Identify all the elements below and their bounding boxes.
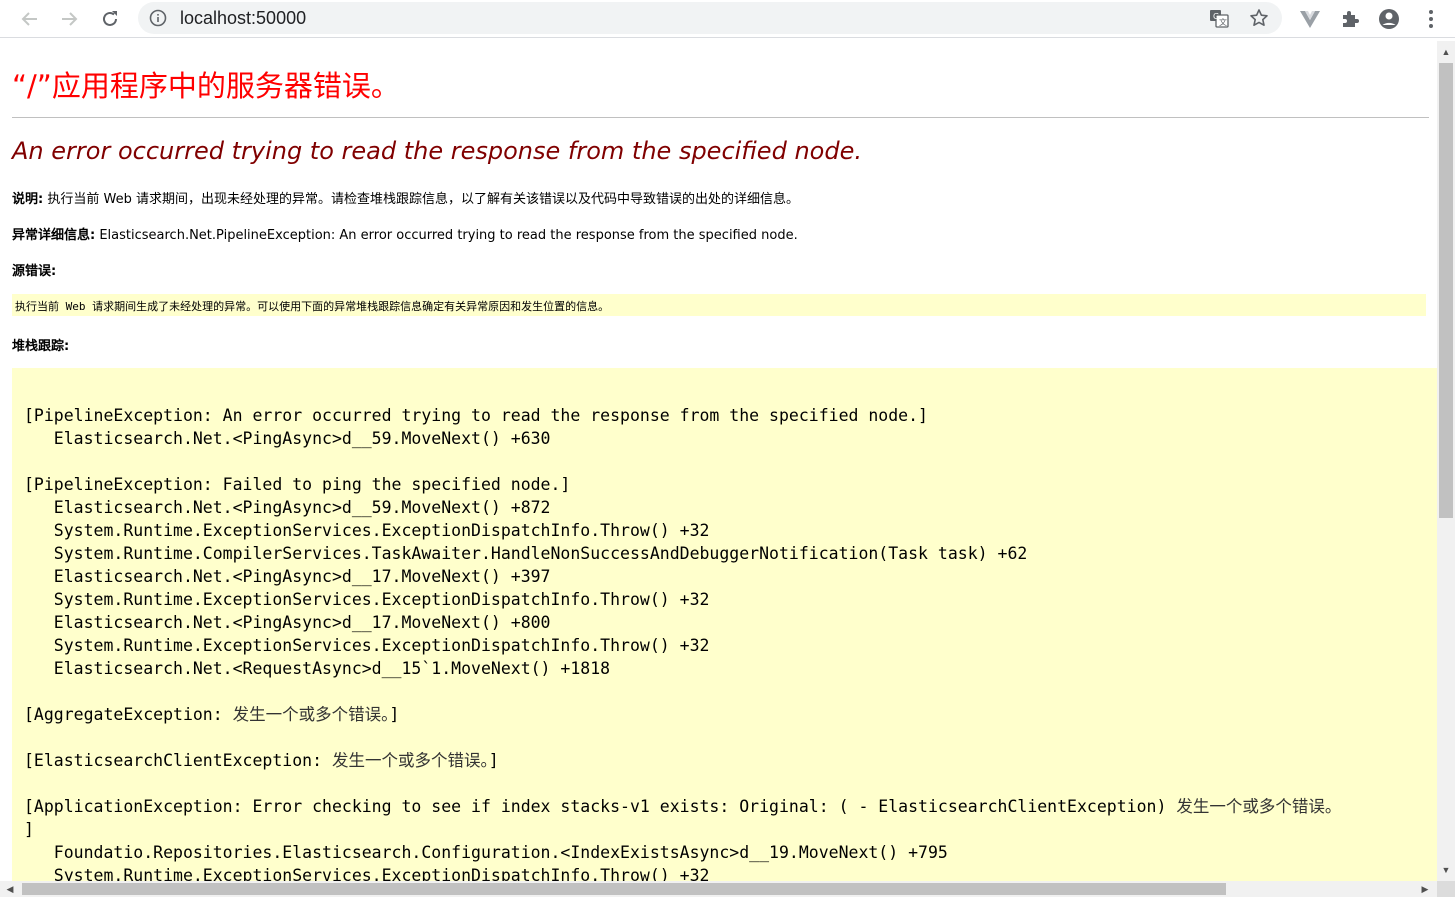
address-bar[interactable]: localhost:50000 G文	[138, 2, 1282, 34]
error-subtitle: An error occurred trying to read the res…	[12, 137, 862, 165]
translate-icon[interactable]: G文	[1209, 8, 1229, 28]
stack-trace-heading: 堆栈跟踪:	[12, 335, 69, 354]
forward-icon[interactable]	[55, 5, 83, 33]
stack-trace-line: System.Runtime.ExceptionServices.Excepti…	[24, 866, 710, 881]
stack-trace-label: 堆栈跟踪:	[12, 339, 70, 354]
stack-trace-line: Elasticsearch.Net.<PingAsync>d__59.MoveN…	[24, 498, 551, 517]
scroll-down-icon[interactable]: ▼	[1441, 865, 1451, 875]
url-text: localhost:50000	[180, 8, 307, 28]
stack-trace-line: [PipelineException: Failed to ping the s…	[24, 475, 571, 494]
extensions-puzzle-icon[interactable]	[1339, 8, 1361, 30]
stack-trace-line: System.Runtime.CompilerServices.TaskAwai…	[24, 544, 1028, 563]
description-line: 说明: 执行当前 Web 请求期间，出现未经处理的异常。请检查堆栈跟踪信息，以了…	[12, 188, 799, 207]
scroll-up-icon[interactable]: ▲	[1441, 47, 1451, 57]
horizontal-scroll-thumb[interactable]	[22, 883, 1226, 895]
stack-trace-line: ]	[24, 820, 34, 839]
stack-trace-text: [PipelineException: An error occurred tr…	[24, 404, 1341, 881]
stack-trace-line: System.Runtime.ExceptionServices.Excepti…	[24, 636, 710, 655]
profile-avatar-icon[interactable]	[1378, 8, 1400, 30]
page-title: “/”应用程序中的服务器错误。	[12, 69, 400, 103]
exception-text: Elasticsearch.Net.PipelineException: An …	[99, 228, 798, 243]
stack-trace-line: Elasticsearch.Net.<PingAsync>d__59.MoveN…	[24, 429, 551, 448]
stack-trace-line: [ElasticsearchClientException: 发生一个或多个错误…	[24, 751, 499, 770]
stack-trace-line: Elasticsearch.Net.<PingAsync>d__17.MoveN…	[24, 567, 551, 586]
stack-trace-line: [AggregateException: 发生一个或多个错误。]	[24, 705, 400, 724]
source-error-text: 执行当前 Web 请求期间生成了未经处理的异常。可以使用下面的异常堆栈跟踪信息确…	[15, 300, 610, 313]
source-error-box: 执行当前 Web 请求期间生成了未经处理的异常。可以使用下面的异常堆栈跟踪信息确…	[12, 294, 1426, 316]
divider	[12, 117, 1429, 118]
scroll-right-icon[interactable]: ▶	[1419, 883, 1431, 895]
bookmark-star-icon[interactable]	[1249, 8, 1269, 28]
stack-trace-line: System.Runtime.ExceptionServices.Excepti…	[24, 521, 710, 540]
vue-devtools-icon[interactable]	[1299, 8, 1321, 30]
menu-kebab-icon[interactable]	[1420, 8, 1442, 30]
stack-trace-line: [ApplicationException: Error checking to…	[24, 797, 1342, 816]
description-label: 说明:	[12, 192, 44, 207]
vertical-scroll-thumb[interactable]	[1439, 63, 1453, 518]
vertical-scrollbar[interactable]: ▲ ▼	[1437, 41, 1455, 881]
site-info-icon[interactable]	[149, 9, 167, 27]
browser-toolbar: localhost:50000 G文	[0, 0, 1455, 38]
source-error-heading: 源错误:	[12, 260, 56, 279]
stack-trace-line: Elasticsearch.Net.<PingAsync>d__17.MoveN…	[24, 613, 551, 632]
source-error-label: 源错误:	[12, 264, 57, 279]
scrollbar-corner	[1437, 881, 1455, 897]
stack-trace-line: [PipelineException: An error occurred tr…	[24, 406, 928, 425]
back-icon[interactable]	[16, 5, 44, 33]
stack-trace-line: System.Runtime.ExceptionServices.Excepti…	[24, 590, 710, 609]
description-text: 执行当前 Web 请求期间，出现未经处理的异常。请检查堆栈跟踪信息，以了解有关该…	[47, 192, 799, 207]
reload-icon[interactable]	[96, 5, 124, 33]
horizontal-scrollbar[interactable]: ◀ ▶	[0, 881, 1437, 897]
stack-trace-box: [PipelineException: An error occurred tr…	[12, 368, 1437, 881]
svg-text:文: 文	[1219, 17, 1227, 27]
exception-line: 异常详细信息: Elasticsearch.Net.PipelineExcept…	[12, 224, 798, 243]
scroll-left-icon[interactable]: ◀	[4, 883, 16, 895]
exception-label: 异常详细信息:	[12, 228, 96, 243]
page-content: “/”应用程序中的服务器错误。 An error occurred trying…	[0, 41, 1437, 881]
stack-trace-line: Elasticsearch.Net.<RequestAsync>d__15`1.…	[24, 659, 611, 678]
stack-trace-line: Foundatio.Repositories.Elasticsearch.Con…	[24, 843, 948, 862]
